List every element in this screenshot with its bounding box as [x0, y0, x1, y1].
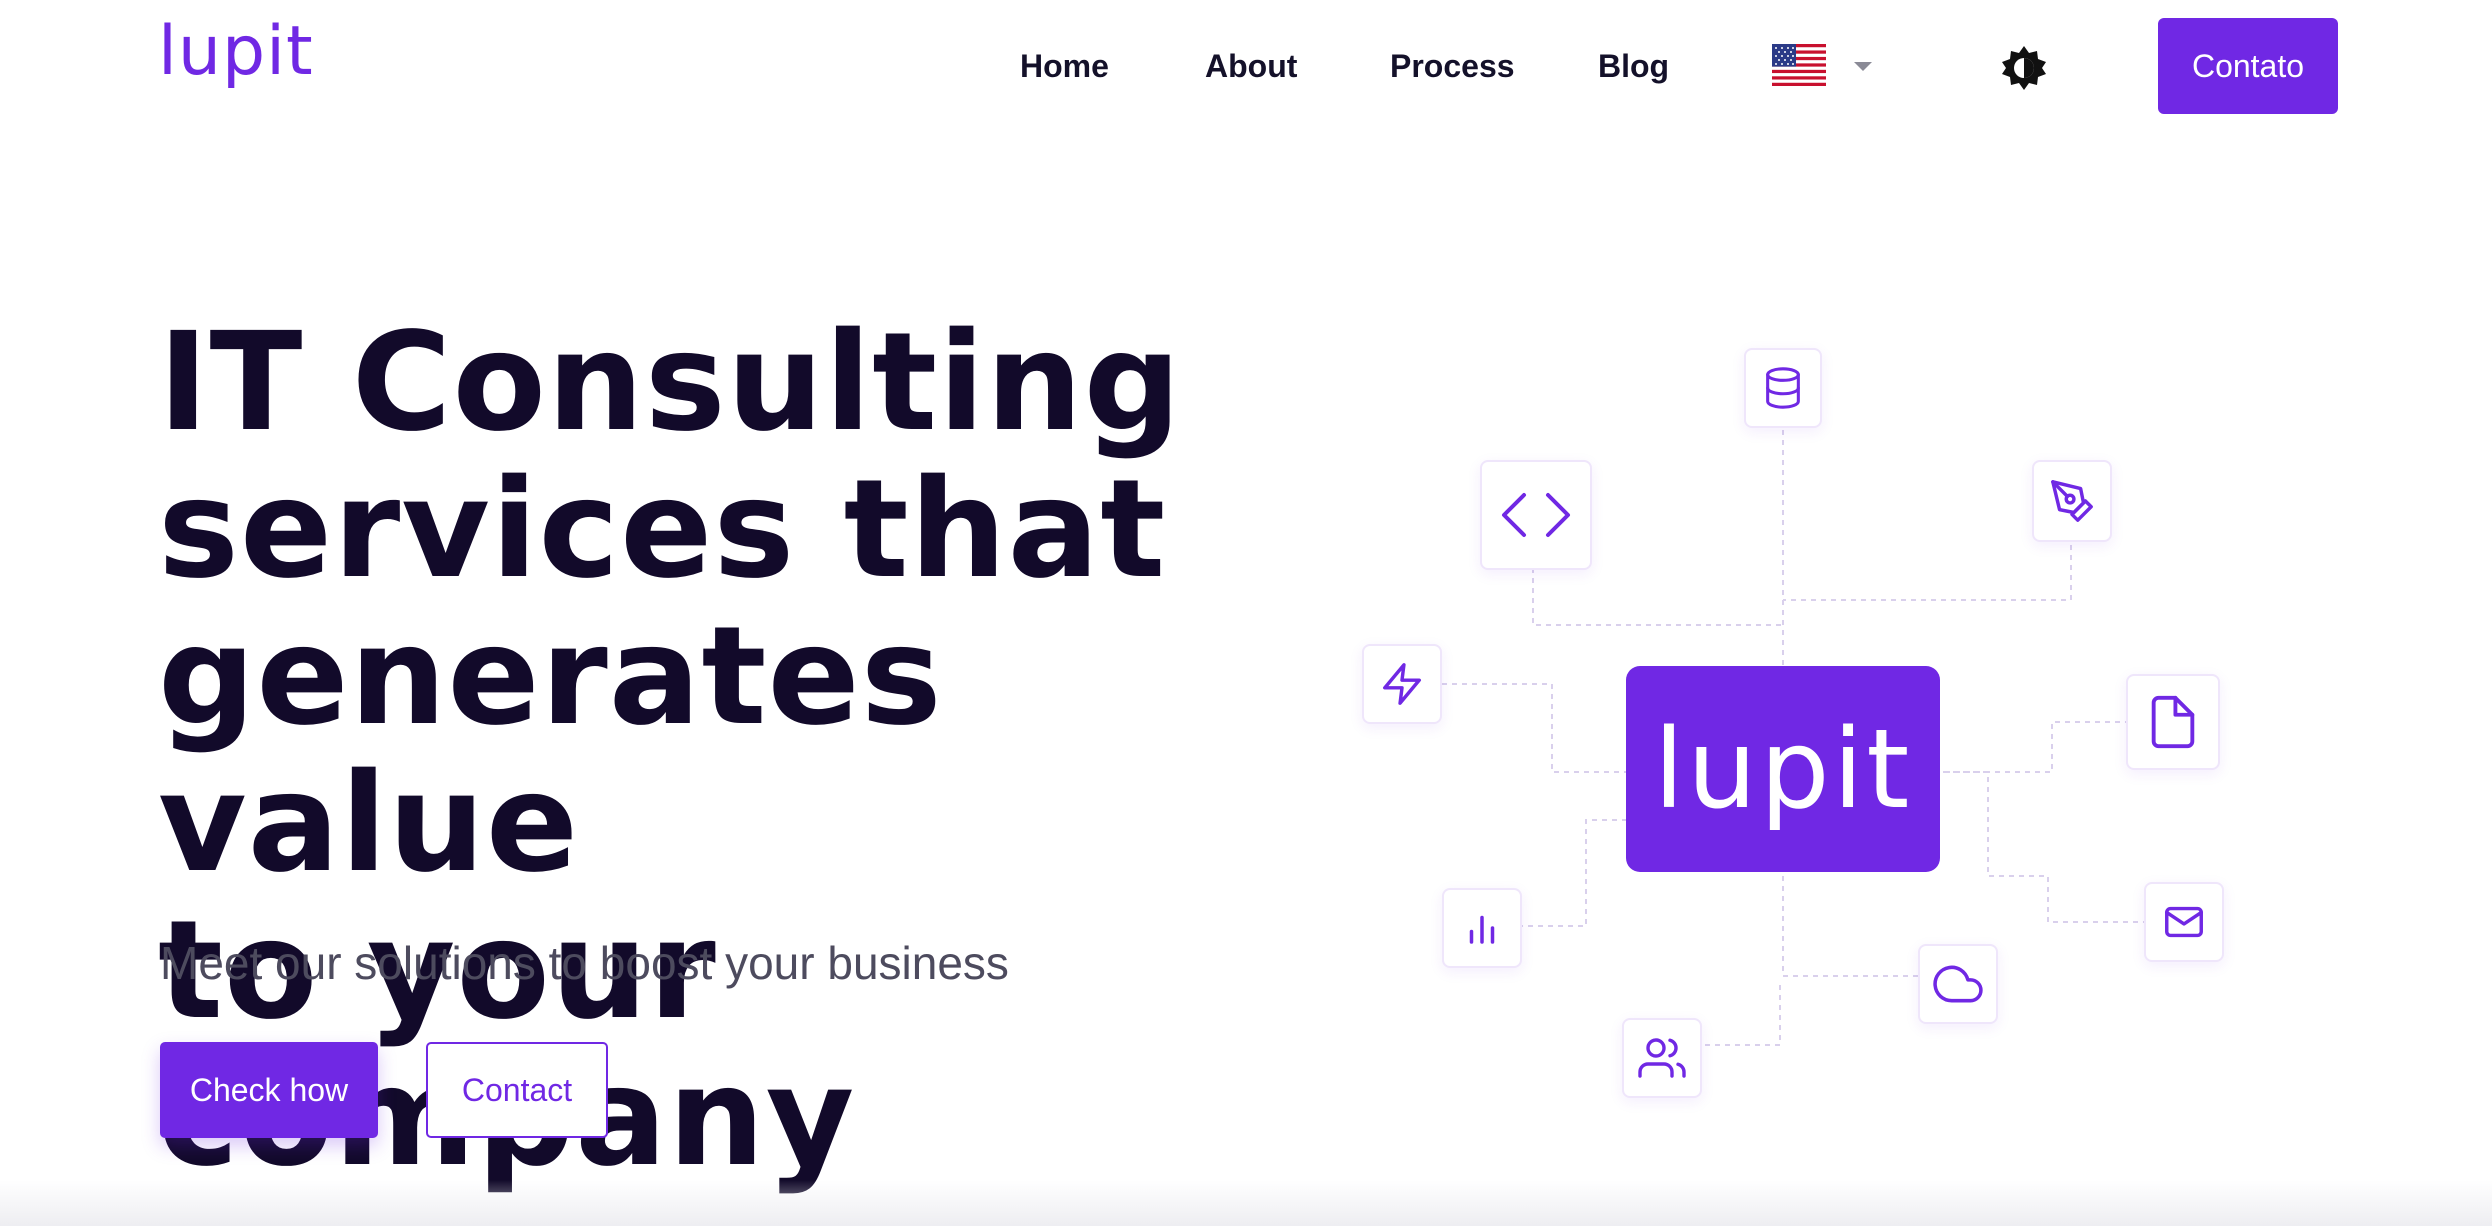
node-file	[2126, 674, 2220, 770]
database-icon	[1766, 367, 1800, 409]
code-icon	[1502, 493, 1570, 537]
section-divider-shadow	[0, 1180, 2492, 1226]
hub-logo: lupit	[1626, 666, 1940, 872]
us-flag-icon	[1772, 44, 1826, 86]
mail-icon	[2165, 906, 2203, 938]
node-bar-chart	[1442, 888, 1522, 968]
nav-link-blog[interactable]: Blog	[1598, 46, 1669, 86]
check-how-button[interactable]: Check how	[160, 1042, 378, 1138]
nav-link-process[interactable]: Process	[1390, 46, 1515, 86]
hero-title-line: services that	[158, 451, 1167, 609]
lightning-icon	[1383, 663, 1421, 705]
logo[interactable]: lupit	[158, 18, 314, 86]
contact-button[interactable]: Contact	[426, 1042, 608, 1138]
node-cloud	[1918, 944, 1998, 1024]
chevron-down-icon	[1854, 62, 1872, 71]
users-icon	[1638, 1038, 1686, 1078]
node-code	[1480, 460, 1592, 570]
theme-toggle-button[interactable]	[2000, 44, 2048, 92]
node-users	[1622, 1018, 1702, 1098]
node-pen-tool	[2032, 460, 2112, 542]
file-icon	[2151, 695, 2195, 749]
bar-chart-icon	[1469, 915, 1495, 944]
pen-tool-icon	[2051, 480, 2093, 522]
hero-illustration: lupit	[1340, 320, 2280, 1120]
contact-nav-button[interactable]: Contato	[2158, 18, 2338, 114]
node-lightning	[1362, 644, 1442, 724]
hero-title-line: generates value	[158, 598, 943, 903]
cloud-icon	[1933, 965, 1983, 1003]
hero-title-line: IT Consulting	[158, 304, 1182, 462]
node-mail	[2144, 882, 2224, 962]
hero-subtitle: Meet our solutions to boost your busines…	[160, 937, 1009, 989]
language-selector[interactable]	[1772, 44, 1872, 88]
node-database	[1744, 348, 1822, 428]
nav-link-about[interactable]: About	[1205, 46, 1297, 86]
landing-page: lupit Home About Process Blog Contato IT…	[0, 0, 2492, 1226]
nav-link-home[interactable]: Home	[1020, 46, 1109, 86]
theme-toggle-icon	[2002, 46, 2046, 90]
